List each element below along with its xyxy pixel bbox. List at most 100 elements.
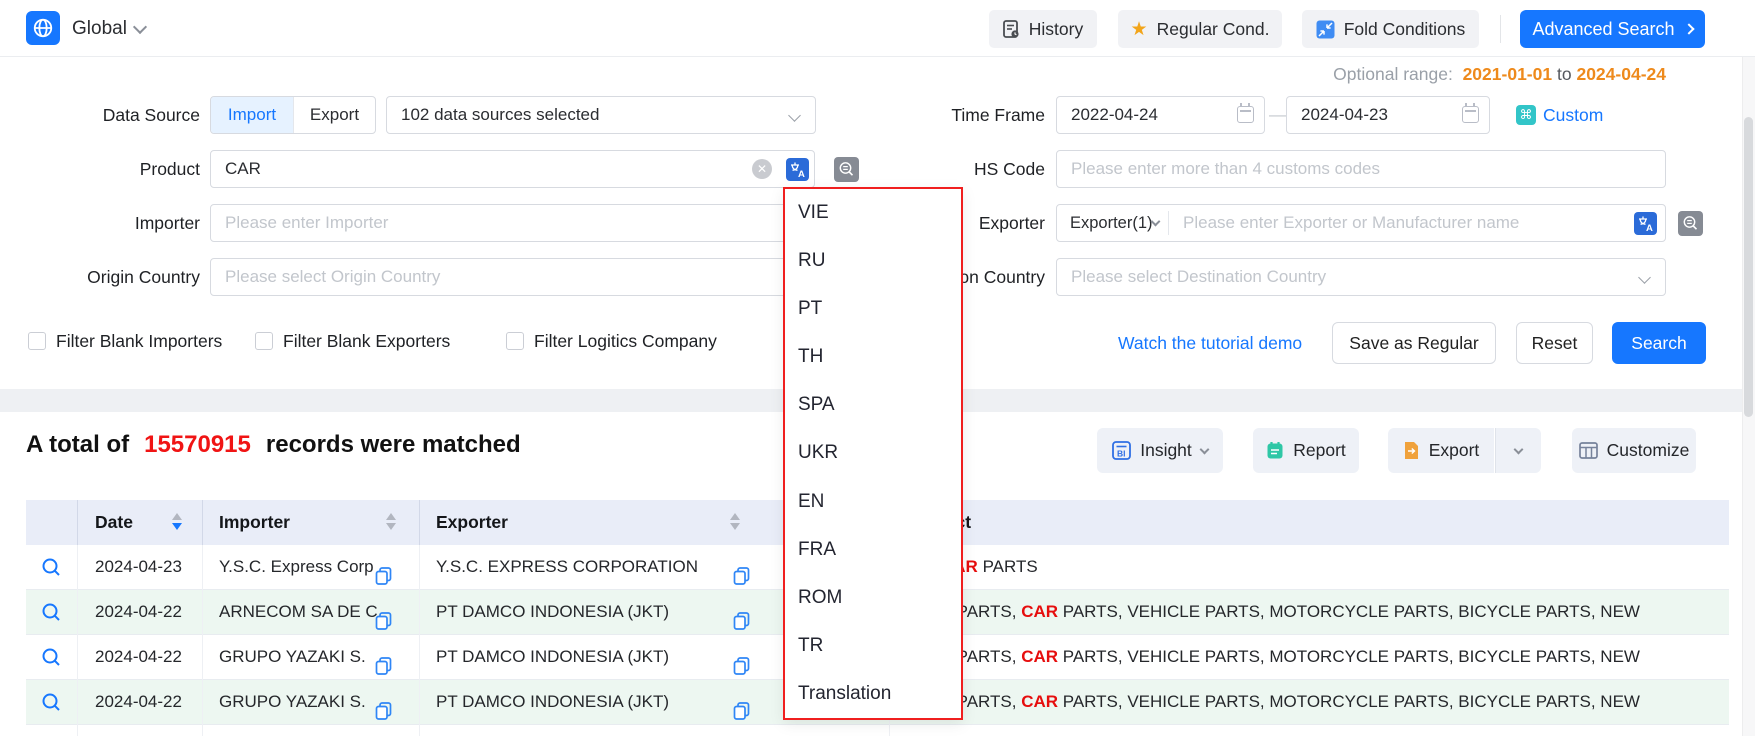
cell-product: AUTO PARTS, CAR PARTS, VEHICLE PARTS, MO… <box>890 680 1729 725</box>
menu-item-translation[interactable]: Translation <box>785 670 961 718</box>
optional-range: Optional range: 2021-01-01 to 2024-04-24 <box>943 64 1666 85</box>
menu-item-language[interactable]: RU <box>785 237 961 285</box>
origin-country-select[interactable]: Please select Origin Country <box>210 258 815 296</box>
total-count: 15570915 <box>144 431 251 458</box>
menu-item-language[interactable]: TH <box>785 333 961 381</box>
menu-item-language[interactable]: FRA <box>785 526 961 574</box>
importer-field <box>210 204 815 242</box>
save-as-regular-button[interactable]: Save as Regular <box>1332 322 1496 364</box>
menu-item-language[interactable]: ROM <box>785 574 961 622</box>
date-start-field[interactable] <box>1056 96 1265 134</box>
export-tab[interactable]: Export <box>293 97 375 133</box>
copy-icon[interactable] <box>733 648 750 680</box>
customize-label: Customize <box>1607 440 1690 461</box>
customize-button[interactable]: Customize <box>1572 428 1696 473</box>
fold-icon <box>1316 20 1335 39</box>
sort-date[interactable] <box>172 513 182 530</box>
insight-button[interactable]: BI Insight <box>1097 428 1223 473</box>
product-input[interactable] <box>210 150 815 188</box>
fuzzy-search-icon[interactable] <box>1678 211 1703 236</box>
reset-button[interactable]: Reset <box>1516 322 1593 364</box>
cell-product: AUTO PARTS, CAR PARTS, VEHICLE PARTS, MO… <box>890 635 1729 680</box>
header-importer[interactable]: Importer <box>203 500 420 545</box>
detail-magnifier-icon[interactable] <box>41 602 62 623</box>
scrollbar-thumb[interactable] <box>1744 117 1753 417</box>
copy-icon[interactable] <box>375 648 392 680</box>
export-dropdown-button[interactable] <box>1495 428 1541 473</box>
origin-country-label: Origin Country <box>0 258 200 296</box>
regular-cond-button[interactable]: ★ Regular Cond. <box>1118 10 1282 48</box>
fold-conditions-label: Fold Conditions <box>1344 19 1466 40</box>
exporter-type-select[interactable]: Exporter(1) <box>1057 211 1169 235</box>
hs-code-input[interactable] <box>1056 150 1666 188</box>
search-button[interactable]: Search <box>1612 322 1706 364</box>
calendar-icon[interactable] <box>1237 106 1254 123</box>
advanced-search-button[interactable]: Advanced Search <box>1520 10 1705 48</box>
cell-importer: ARNECOM SA DE C <box>203 590 420 635</box>
date-start-input[interactable] <box>1056 96 1265 134</box>
exporter-input[interactable] <box>1169 206 1665 240</box>
copy-icon[interactable] <box>375 603 392 635</box>
report-button[interactable]: Report <box>1253 428 1359 473</box>
cell-importer: GRUPO YAZAKI S. <box>203 635 420 680</box>
date-range-dash: — <box>1269 96 1283 134</box>
report-label: Report <box>1293 440 1346 461</box>
custom-period-link[interactable]: Custom <box>1543 96 1603 134</box>
keyword-highlight: CAR <box>1021 647 1058 666</box>
fold-conditions-button[interactable]: Fold Conditions <box>1302 10 1479 48</box>
cell-product: CAR PARTS <box>890 545 1729 590</box>
calendar-icon[interactable] <box>1462 106 1479 123</box>
data-sources-value: 102 data sources selected <box>401 105 599 124</box>
destination-country-placeholder: Please select Destination Country <box>1071 267 1326 286</box>
copy-icon[interactable] <box>375 693 392 725</box>
destination-country-select[interactable]: Please select Destination Country <box>1056 258 1666 296</box>
data-sources-select[interactable]: 102 data sources selected <box>386 96 816 134</box>
filter-blank-exporters-checkbox[interactable] <box>255 332 273 350</box>
insight-icon: BI <box>1112 441 1131 460</box>
date-end-input[interactable] <box>1286 96 1490 134</box>
menu-item-language[interactable]: TR <box>785 622 961 670</box>
filter-blank-exporters-label: Filter Blank Exporters <box>283 330 450 352</box>
chevron-down-icon <box>1638 271 1651 284</box>
detail-magnifier-icon[interactable] <box>41 647 62 668</box>
filter-logistics-company-checkbox[interactable] <box>506 332 524 350</box>
globe-icon <box>32 17 54 39</box>
translate-icon[interactable]: A <box>786 158 809 181</box>
menu-item-language[interactable]: EN <box>785 478 961 526</box>
translate-icon[interactable]: A <box>1634 212 1657 235</box>
clear-product-icon[interactable]: ✕ <box>752 159 772 179</box>
header-detail-column <box>26 500 78 545</box>
import-tab[interactable]: Import <box>211 97 293 133</box>
cell-date: 2024-04-22 <box>78 635 203 680</box>
filter-blank-importers-checkbox[interactable] <box>28 332 46 350</box>
header-date[interactable]: Date <box>78 500 203 545</box>
header-product[interactable]: Product <box>890 500 1729 545</box>
history-button[interactable]: History <box>989 10 1097 48</box>
chevron-down-icon <box>788 109 801 122</box>
app-logo[interactable] <box>26 11 60 45</box>
detail-magnifier-icon[interactable] <box>41 557 62 578</box>
svg-text:A: A <box>798 169 805 178</box>
keyword-highlight: CAR <box>1021 602 1058 621</box>
svg-text:BI: BI <box>1117 449 1126 459</box>
region-selector[interactable]: Global <box>72 0 127 57</box>
copy-icon[interactable] <box>375 558 392 590</box>
sort-exporter[interactable] <box>730 513 740 530</box>
star-icon: ★ <box>1131 18 1148 41</box>
copy-icon[interactable] <box>733 603 750 635</box>
date-end-field[interactable] <box>1286 96 1490 134</box>
menu-item-language[interactable]: UKR <box>785 429 961 477</box>
menu-item-language[interactable]: SPA <box>785 381 961 429</box>
export-button[interactable]: Export <box>1388 428 1494 473</box>
menu-item-language[interactable]: PT <box>785 285 961 333</box>
menu-item-language[interactable]: VIE <box>785 189 961 237</box>
sort-importer[interactable] <box>386 513 396 530</box>
importer-input[interactable] <box>210 204 815 242</box>
detail-magnifier-icon[interactable] <box>41 692 62 713</box>
copy-icon[interactable] <box>733 693 750 725</box>
cell-product: AUTO PARTS, CAR PARTS, VEHICLE PARTS, MO… <box>890 590 1729 635</box>
copy-icon[interactable] <box>733 558 750 590</box>
tutorial-demo-link[interactable]: Watch the tutorial demo <box>1118 322 1302 364</box>
hs-code-field <box>1056 150 1666 188</box>
custom-period-icon[interactable]: ⌘ <box>1516 105 1536 125</box>
